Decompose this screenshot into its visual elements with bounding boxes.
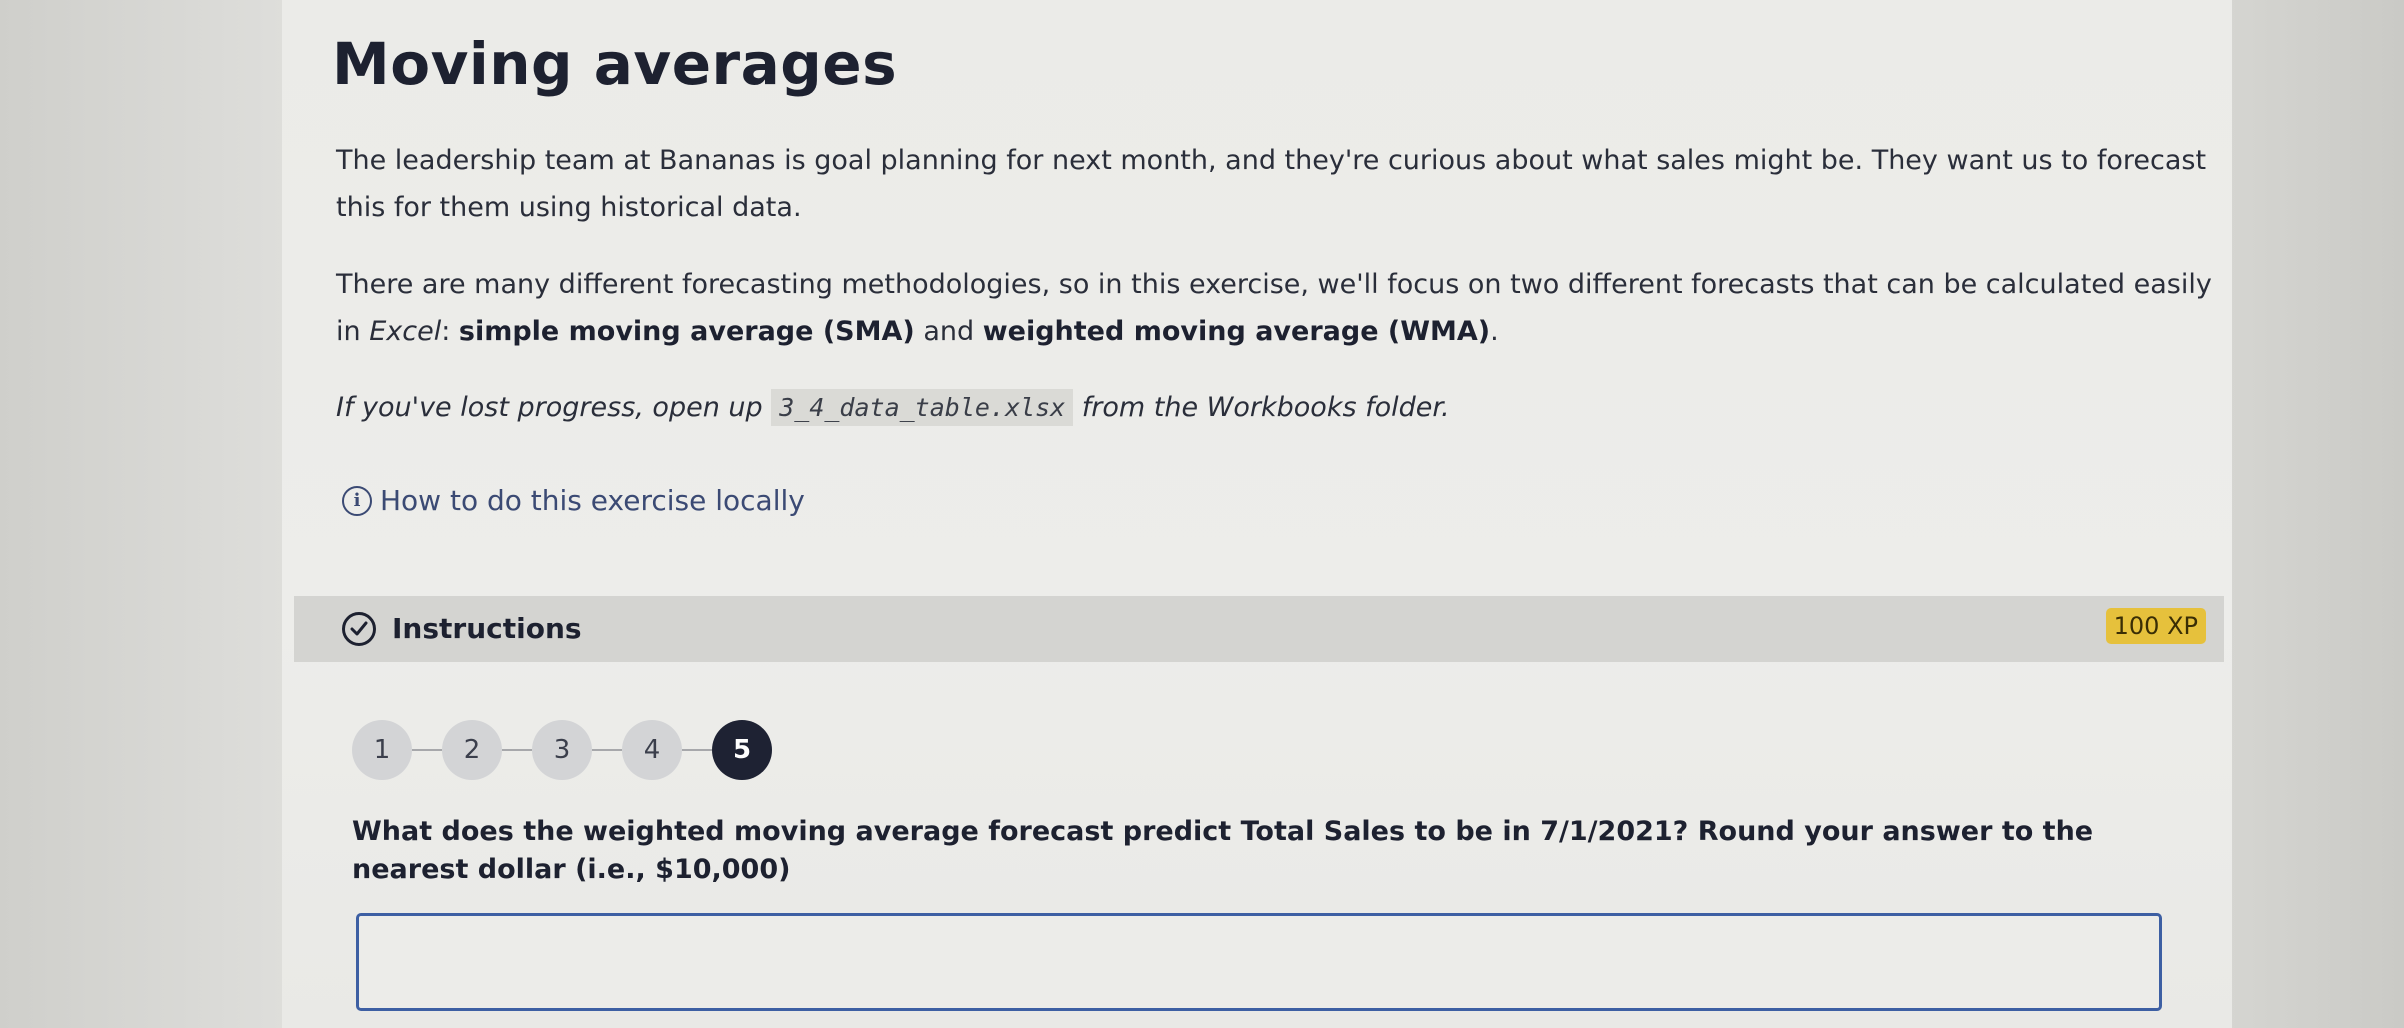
howto-label: How to do this exercise locally: [380, 484, 805, 517]
step-3[interactable]: 3: [532, 720, 592, 780]
sma-term: simple moving average (SMA): [458, 316, 915, 347]
step-5-active[interactable]: 5: [712, 720, 772, 780]
intro-text: :: [441, 316, 459, 347]
step-2[interactable]: 2: [442, 720, 502, 780]
howto-local-link[interactable]: i How to do this exercise locally: [342, 484, 805, 517]
step-4[interactable]: 4: [622, 720, 682, 780]
step-navigator: 1 2 3 4 5: [352, 720, 772, 780]
note-text: If you've lost progress, open up: [336, 392, 772, 423]
progress-note: If you've lost progress, open up 3_4_dat…: [336, 384, 2236, 431]
question-text: What does the weighted moving average fo…: [352, 816, 2094, 885]
info-icon: i: [342, 485, 372, 516]
instructions-header: Instructions 100 XP: [294, 596, 2224, 662]
check-circle-icon: [342, 612, 376, 646]
xp-badge: 100 XP: [2105, 608, 2206, 644]
intro-text: .: [1490, 316, 1499, 347]
page-title: Moving averages: [332, 30, 898, 98]
step-connector: [682, 749, 712, 751]
instructions-label: Instructions: [392, 612, 582, 645]
step-connector: [502, 749, 532, 751]
exercise-panel: Moving averages The leadership team at B…: [282, 0, 2232, 1028]
intro-paragraph-2: There are many different forecasting met…: [336, 261, 2236, 355]
excel-term: Excel: [369, 316, 442, 347]
intro-paragraph-1: The leadership team at Bananas is goal p…: [336, 145, 2207, 223]
step-connector: [412, 749, 442, 751]
step-1[interactable]: 1: [352, 720, 412, 780]
workbook-filename: 3_4_data_table.xlsx: [771, 389, 1074, 426]
answer-input[interactable]: [356, 913, 2162, 1011]
step-connector: [592, 749, 622, 751]
wma-term: weighted moving average (WMA): [982, 316, 1491, 347]
note-text: from the Workbooks folder.: [1073, 392, 1450, 423]
intro-text: and: [914, 316, 983, 347]
